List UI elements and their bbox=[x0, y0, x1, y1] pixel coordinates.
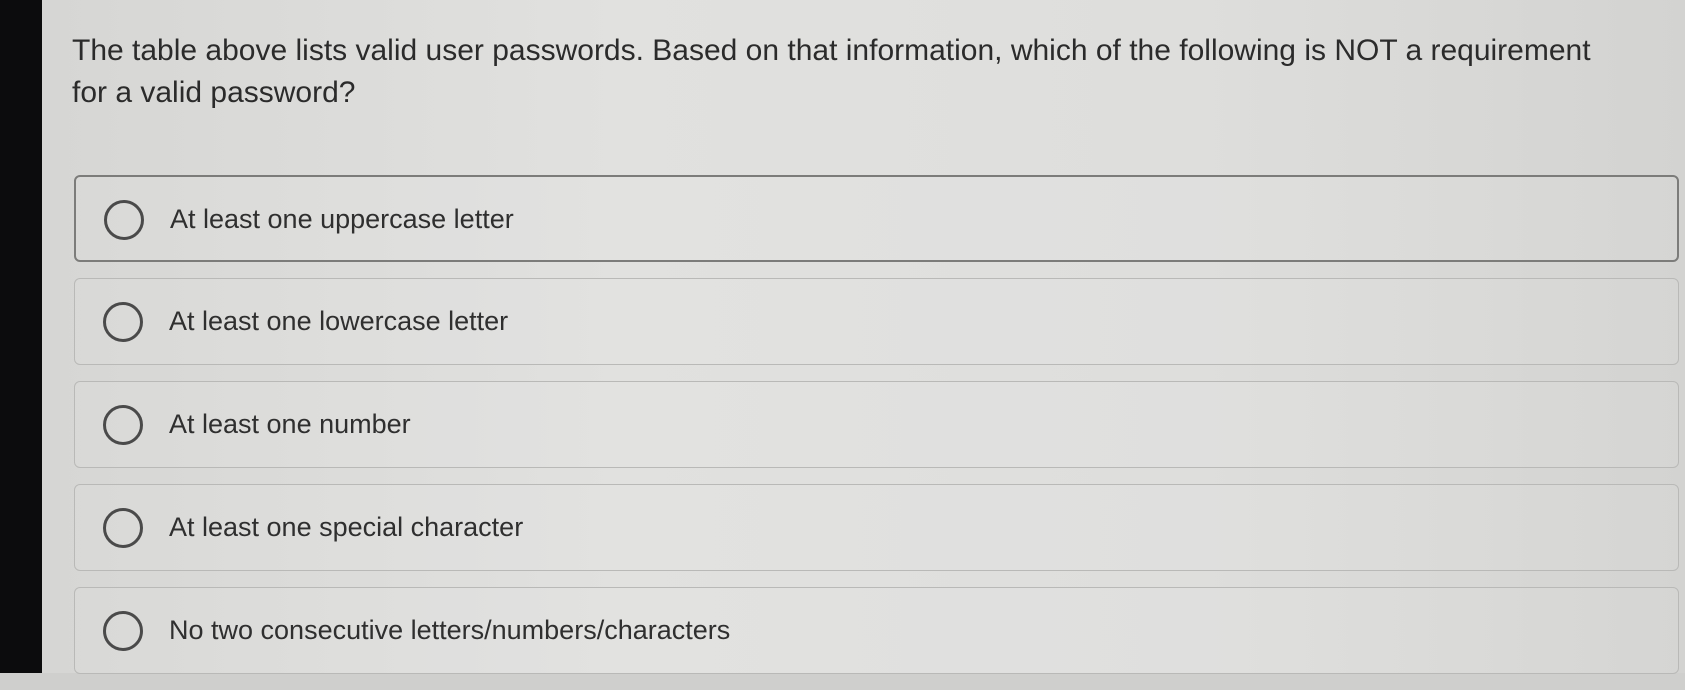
option-label: At least one uppercase letter bbox=[170, 204, 514, 234]
radio-circle-icon[interactable] bbox=[103, 302, 143, 342]
radio-circle-icon[interactable] bbox=[103, 611, 143, 651]
option-special-character[interactable]: At least one special character bbox=[74, 484, 1679, 571]
option-uppercase-letter[interactable]: At least one uppercase letter bbox=[74, 175, 1679, 262]
radio-circle-icon[interactable] bbox=[104, 200, 144, 240]
radio-circle-icon[interactable] bbox=[103, 405, 143, 445]
option-no-consecutive[interactable]: No two consecutive letters/numbers/chara… bbox=[74, 587, 1679, 674]
option-label: At least one number bbox=[169, 409, 411, 439]
option-label: No two consecutive letters/numbers/chara… bbox=[169, 615, 731, 645]
question-text: The table above lists valid user passwor… bbox=[72, 34, 1591, 109]
answer-options: At least one uppercase letter At least o… bbox=[74, 175, 1679, 690]
option-label: At least one special character bbox=[169, 512, 524, 542]
option-lowercase-letter[interactable]: At least one lowercase letter bbox=[74, 278, 1679, 365]
device-bezel bbox=[0, 0, 42, 673]
option-number[interactable]: At least one number bbox=[74, 381, 1679, 468]
radio-circle-icon[interactable] bbox=[103, 508, 143, 548]
option-label: At least one lowercase letter bbox=[169, 306, 509, 336]
question-screen: The table above lists valid user passwor… bbox=[42, 0, 1685, 674]
